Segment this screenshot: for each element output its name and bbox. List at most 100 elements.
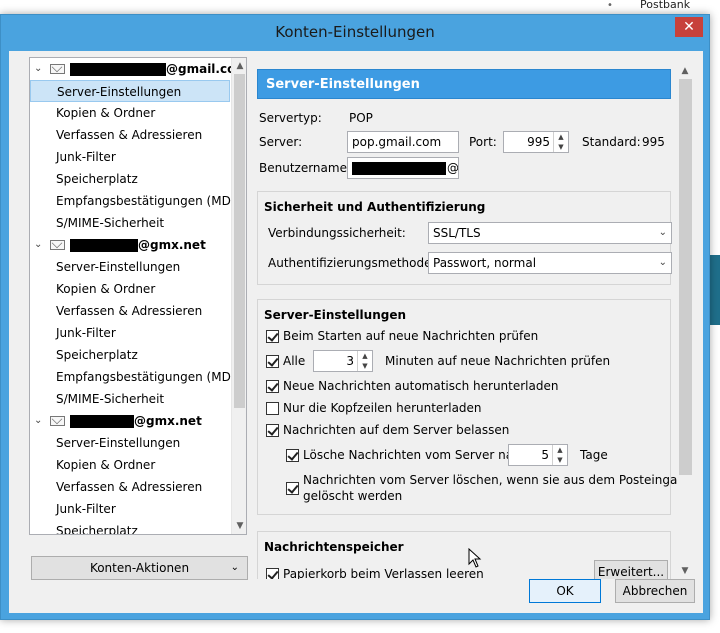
account-domain: @gmx.net [138, 238, 206, 252]
auto-download-checkbox[interactable] [266, 380, 279, 393]
stepper-arrows[interactable]: ▲ ▼ [553, 132, 568, 152]
sidebar-item-junk[interactable]: Junk-Filter [30, 498, 230, 520]
sidebar-item-junk[interactable]: Junk-Filter [30, 146, 230, 168]
account-actions-button[interactable]: Konten-Aktionen ⌄ [31, 556, 248, 580]
auth-method-select[interactable]: Passwort, normal ⌄ [428, 252, 672, 274]
tree-scrollbar[interactable]: ▲ ▼ [231, 58, 246, 534]
account-row-gmx-2[interactable]: ⌄ @gmx.net [30, 410, 230, 432]
delete-when-removed-checkbox[interactable] [286, 482, 299, 495]
standard-value: 995 [642, 135, 665, 149]
close-icon: ✕ [683, 19, 695, 35]
sidebar-item-smime[interactable]: S/MIME-Sicherheit [30, 388, 230, 410]
headers-only-checkbox[interactable] [266, 402, 279, 415]
account-domain: @gmx.net [134, 414, 202, 428]
username-label: Benutzername: [259, 161, 352, 175]
standard-label: Standard: [582, 135, 641, 149]
auth-method-label: Authentifizierungsmethode: [268, 256, 436, 270]
message-storage-group: Nachrichtenspeicher Papierkorb beim Verl… [257, 531, 671, 579]
account-actions-label: Konten-Aktionen [89, 561, 190, 575]
username-suffix: @ [447, 161, 459, 175]
redacted-username [70, 239, 138, 252]
sidebar-item-server-settings[interactable]: Server-Einstellungen [30, 80, 230, 102]
advanced-button[interactable]: Erweitert... [594, 560, 668, 579]
minutes-stepper[interactable]: 3 ▲ ▼ [313, 350, 373, 372]
security-group-title: Sicherheit und Authentifizierung [264, 200, 486, 214]
sidebar-item-server-settings[interactable]: Server-Einstellungen [30, 432, 230, 454]
chevron-down-icon[interactable]: ⌄ [34, 234, 46, 256]
ok-button[interactable]: OK [529, 579, 601, 603]
port-value: 995 [527, 135, 550, 149]
sidebar-item-receipts[interactable]: Empfangsbestätigungen (MDN) [30, 190, 244, 212]
sidebar-item-storage[interactable]: Speicherplatz [30, 344, 230, 366]
check-every-checkbox[interactable] [266, 355, 279, 368]
settings-scrollbar[interactable]: ▲ ▼ [677, 63, 694, 579]
chevron-down-icon: ⌄ [658, 227, 667, 238]
scroll-down-icon[interactable]: ▼ [677, 563, 693, 579]
delete-when-removed-label: Nachrichten vom Server löschen, wenn sie… [303, 473, 693, 487]
account-row-gmail[interactable]: ⌄ @gmail.com [30, 58, 246, 80]
check-on-start-checkbox[interactable] [266, 330, 279, 343]
cancel-button[interactable]: Abbrechen [615, 579, 695, 603]
scroll-down-icon[interactable]: ▼ [232, 518, 246, 534]
dialog-client-area: ⌄ @gmail.com Server-Einstellungen Kopien… [9, 51, 703, 613]
account-settings-dialog: Konten-Einstellungen ✕ ⌄ @gmail.com Serv… [0, 14, 710, 620]
dialog-title: Konten-Einstellungen [275, 23, 435, 41]
sidebar-item-copies-folders[interactable]: Kopien & Ordner [30, 102, 230, 124]
scroll-up-icon[interactable]: ▲ [677, 63, 693, 79]
sidebar-item-server-settings[interactable]: Server-Einstellungen [30, 256, 230, 278]
leave-on-server-checkbox[interactable] [266, 424, 279, 437]
mail-icon [50, 416, 65, 426]
sidebar-item-composition[interactable]: Verfassen & Adressieren [30, 124, 230, 146]
redacted-username [352, 162, 446, 175]
sidebar-item-smime[interactable]: S/MIME-Sicherheit [30, 212, 230, 234]
message-storage-title: Nachrichtenspeicher [264, 540, 404, 554]
mail-icon [50, 240, 65, 250]
minutes-label: Minuten auf neue Nachrichten prüfen [385, 354, 611, 368]
background-dot: • [607, 0, 613, 11]
close-button[interactable]: ✕ [675, 17, 703, 37]
redacted-username [70, 415, 134, 428]
chevron-down-icon: ⌄ [658, 257, 667, 268]
security-group: Sicherheit und Authentifizierung Verbind… [257, 191, 672, 285]
stepper-down-icon: ▼ [362, 362, 368, 370]
days-label: Tage [580, 448, 608, 462]
account-tree: ⌄ @gmail.com Server-Einstellungen Kopien… [29, 57, 247, 535]
minutes-value: 3 [346, 354, 354, 368]
sidebar-item-storage[interactable]: Speicherplatz [30, 520, 230, 534]
panel-header: Server-Einstellungen [257, 69, 671, 99]
stepper-arrows[interactable]: ▲ ▼ [552, 445, 567, 465]
chevron-down-icon[interactable]: ⌄ [34, 58, 46, 80]
empty-trash-checkbox[interactable] [266, 568, 279, 579]
delete-days-stepper[interactable]: 5 ▲ ▼ [508, 444, 568, 466]
sidebar-item-storage[interactable]: Speicherplatz [30, 168, 230, 190]
delete-after-checkbox[interactable] [286, 449, 299, 462]
check-on-start-label: Beim Starten auf neue Nachrichten prüfen [283, 329, 539, 343]
sidebar-item-copies-folders[interactable]: Kopien & Ordner [30, 278, 230, 300]
stepper-up-icon: ▲ [362, 352, 368, 360]
server-settings-group: Server-Einstellungen Beim Starten auf ne… [257, 299, 693, 515]
dialog-titlebar[interactable]: Konten-Einstellungen ✕ [1, 15, 709, 49]
username-input[interactable]: @ [347, 157, 459, 179]
server-input[interactable]: pop.gmail.com [347, 131, 459, 153]
empty-trash-label: Papierkorb beim Verlassen leeren [283, 567, 484, 579]
port-stepper[interactable]: 995 ▲ ▼ [503, 131, 569, 153]
connection-security-value: SSL/TLS [433, 226, 481, 240]
sidebar-item-copies-folders[interactable]: Kopien & Ordner [30, 454, 230, 476]
server-settings-group-title: Server-Einstellungen [264, 308, 407, 322]
chevron-down-icon[interactable]: ⌄ [34, 410, 46, 432]
stepper-arrows[interactable]: ▲ ▼ [357, 351, 372, 371]
connection-security-select[interactable]: SSL/TLS ⌄ [428, 222, 672, 244]
sidebar-item-junk[interactable]: Junk-Filter [30, 322, 230, 344]
delete-after-label: Lösche Nachrichten vom Server nach [303, 448, 528, 462]
scroll-up-icon[interactable]: ▲ [232, 58, 246, 74]
tree-scrollbar-thumb[interactable] [234, 74, 245, 408]
mouse-cursor-icon [468, 548, 482, 568]
sidebar-item-receipts[interactable]: Empfangsbestätigungen (MDN) [30, 366, 244, 388]
settings-scrollbar-thumb[interactable] [679, 79, 692, 475]
stepper-up-icon: ▲ [558, 133, 564, 141]
account-row-gmx-1[interactable]: ⌄ @gmx.net [30, 234, 230, 256]
background-postbank-label: Postbank [640, 0, 691, 11]
sidebar-item-composition[interactable]: Verfassen & Adressieren [30, 476, 230, 498]
settings-panel: Server-Einstellungen Servertyp: POP Serv… [257, 57, 697, 579]
sidebar-item-composition[interactable]: Verfassen & Adressieren [30, 300, 230, 322]
